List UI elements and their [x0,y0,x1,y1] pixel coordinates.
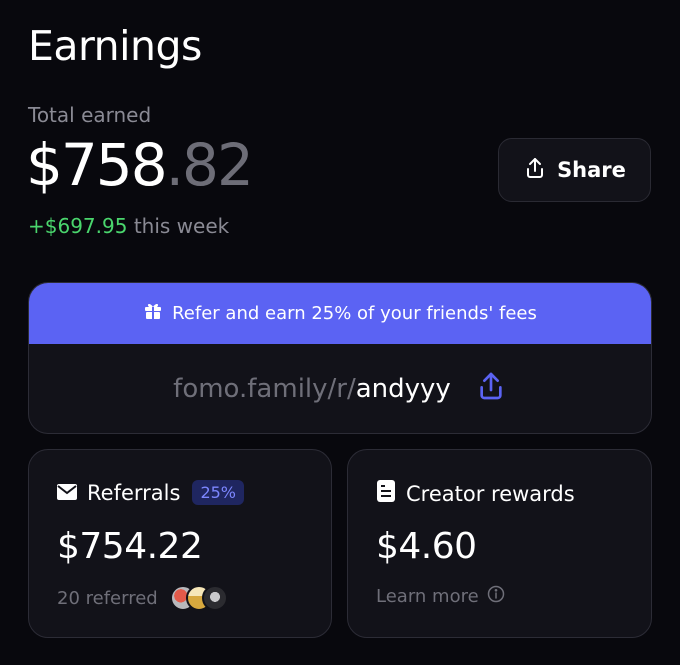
avatar [201,585,228,611]
referral-link-base: fomo.family/r/ [173,374,356,404]
referral-banner-text: Refer and earn 25% of your friends' fees [172,303,537,324]
gift-icon [143,301,163,326]
referral-banner: Refer and earn 25% of your friends' fees [29,283,651,344]
mail-icon [57,481,77,505]
referrals-label: Referrals [87,480,181,505]
share-button-label: Share [557,158,626,182]
referral-link-user: andyyy [355,374,451,404]
creator-rewards-card[interactable]: Creator rewards $4.60 Learn more [347,449,652,638]
creator-rewards-header: Creator rewards [376,480,575,507]
share-icon [523,156,547,185]
creator-rewards-label: Creator rewards [406,481,575,506]
creator-rewards-amount: $4.60 [376,526,477,567]
weekly-gain: +$697.95 [28,214,128,238]
referral-card: Refer and earn 25% of your friends' fees… [28,282,652,434]
referrals-header: Referrals 25% [57,480,244,505]
learn-more-label: Learn more [376,586,479,607]
referrals-footer: 20 referred [57,585,228,611]
referral-link[interactable]: fomo.family/r/andyyy [173,374,451,404]
referrals-card[interactable]: Referrals 25% $754.22 20 referred [28,449,332,638]
referred-avatars [169,585,228,611]
share-link-icon[interactable] [475,370,507,409]
total-earned-amount: $758.82 [26,136,254,194]
total-cents: .82 [165,131,254,199]
weekly-suffix: this week [127,214,230,238]
share-button[interactable]: Share [498,138,651,202]
total-earned-label: Total earned [28,103,152,127]
receipt-icon [376,480,396,507]
learn-more-link[interactable]: Learn more [376,585,505,608]
info-icon [487,585,505,608]
weekly-earnings: +$697.95 this week [28,214,229,238]
referred-count: 20 referred [57,587,158,609]
page-title: Earnings [28,22,202,70]
referrals-amount: $754.22 [57,526,203,567]
total-dollars: $758 [26,131,168,199]
referrals-percent-badge: 25% [192,480,244,505]
referral-link-row[interactable]: fomo.family/r/andyyy [29,344,651,433]
